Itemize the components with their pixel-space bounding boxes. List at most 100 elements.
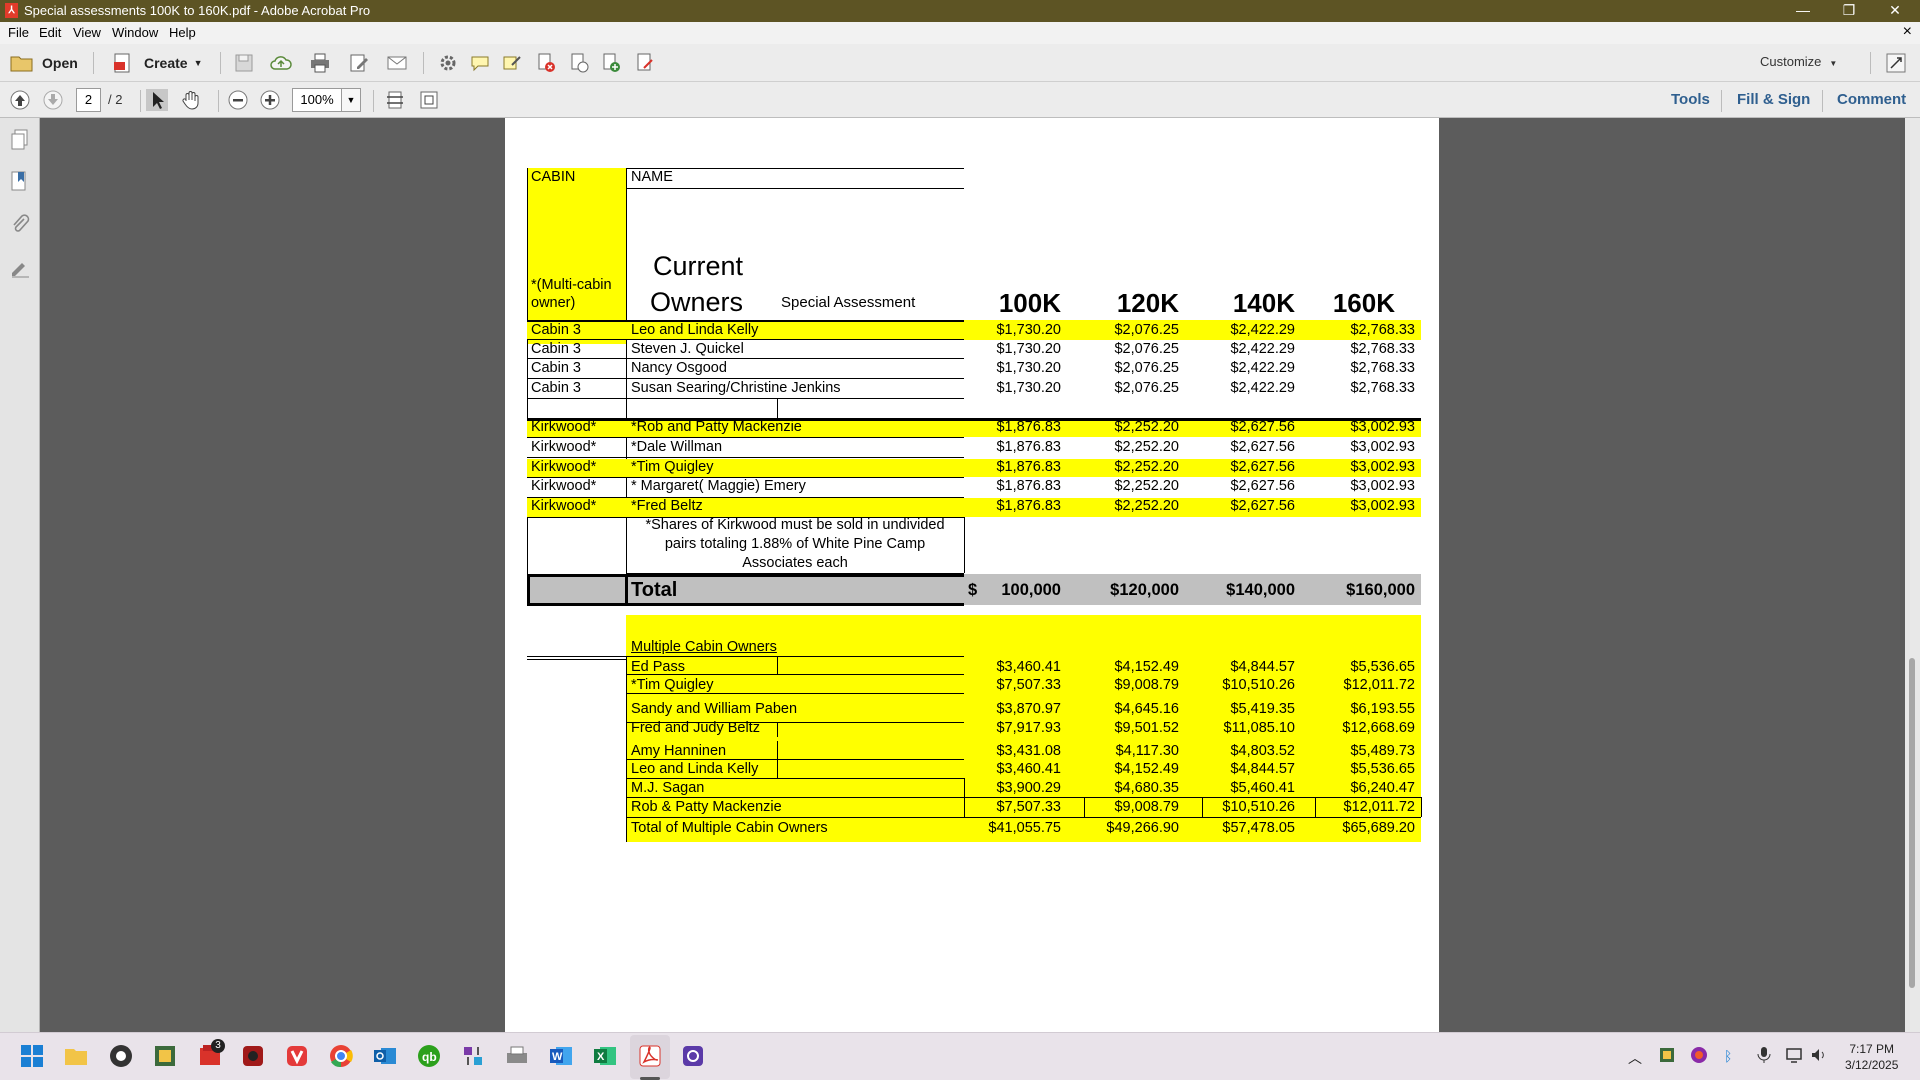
app-icon[interactable] [108,1043,134,1069]
value-cell: $3,870.97 [996,701,1061,717]
printer-app-icon[interactable] [504,1043,530,1069]
tray-app-icon[interactable] [1690,1046,1708,1064]
notification-badge: 3 [211,1039,225,1053]
value-cell: $5,419.35 [1230,701,1295,717]
highlight [527,168,626,344]
value-cell: $12,011.72 [1343,677,1416,693]
attachments-icon[interactable] [9,213,31,237]
value-cell: $2,252.20 [1114,459,1179,475]
minimize-button[interactable]: — [1780,0,1826,22]
word-icon[interactable]: W [548,1043,574,1069]
bookmarks-icon[interactable] [9,170,31,194]
column-header-120k: 120K [1116,288,1179,318]
value-cell: $2,422.29 [1230,360,1295,376]
create-pdf-icon [114,53,130,73]
excel-icon[interactable]: X [592,1043,618,1069]
total-value: $160,000 [1346,581,1415,599]
toolbar-separator [1822,90,1823,112]
close-document-button[interactable]: × [1903,23,1912,41]
hand-tool-icon[interactable] [180,89,202,111]
comment-link[interactable]: Comment [1837,91,1906,108]
chrome-icon[interactable] [328,1043,354,1069]
tools-link[interactable]: Tools [1671,91,1710,108]
delete-pages-icon[interactable] [535,52,557,74]
comment-icon[interactable] [469,52,491,74]
previous-page-icon[interactable] [9,89,31,111]
vertical-scrollbar[interactable] [1905,118,1920,1032]
select-tool-icon[interactable] [146,89,168,111]
zoom-dropdown-button[interactable]: ▼ [341,88,361,112]
app-icon[interactable] [240,1043,266,1069]
network-icon[interactable] [1785,1046,1803,1064]
value-cell: $2,768.33 [1350,322,1415,338]
menu-help[interactable]: Help [169,25,196,40]
value-cell: $3,460.41 [996,761,1061,777]
menu-window[interactable]: Window [112,25,158,40]
volume-icon[interactable] [1810,1046,1828,1064]
start-icon[interactable] [19,1043,45,1069]
gear-icon[interactable] [437,52,459,74]
toolbar-separator [218,90,219,112]
name-cell: Rob & Patty Mackenzie [631,799,782,815]
chevron-up-icon[interactable]: ︿ [1628,1048,1642,1068]
total-value: 100,000 [1001,581,1061,599]
app-icon[interactable] [152,1043,178,1069]
customize-dropdown[interactable]: Customize ▼ [1760,54,1837,69]
create-button[interactable]: Create ▼ [112,50,203,76]
app-icon[interactable] [460,1043,486,1069]
value-cell: $12,011.72 [1343,799,1416,815]
edit-document-icon[interactable] [348,52,370,74]
file-explorer-icon[interactable] [63,1043,89,1069]
fullscreen-icon[interactable] [1885,52,1907,74]
name-cell: Nancy Osgood [631,360,727,376]
name-cell: *Dale Willman [631,439,723,455]
email-icon[interactable] [386,52,408,74]
page-number-input[interactable]: 2 [76,88,101,112]
microphone-icon[interactable] [1755,1046,1773,1064]
insert-pages-icon[interactable] [600,52,622,74]
signatures-icon[interactable] [9,255,31,279]
next-page-icon[interactable] [42,89,64,111]
value-cell: $4,803.52 [1230,743,1295,759]
app-icon[interactable] [680,1043,706,1069]
cloud-upload-icon[interactable] [270,52,292,74]
fit-width-icon[interactable] [418,89,440,111]
sign-document-icon[interactable] [634,52,656,74]
multi-cabin-note: *(Multi-cabin [531,277,612,293]
highlight-icon[interactable] [501,52,523,74]
scrollbar-thumb[interactable] [1909,658,1915,988]
rule [527,168,528,437]
multi-total-label: Total of Multiple Cabin Owners [631,820,828,836]
multi-owners-title: Multiple Cabin Owners [631,639,777,655]
zoom-out-icon[interactable] [227,89,249,111]
fit-page-icon[interactable] [384,89,406,111]
close-button[interactable]: ✕ [1872,0,1918,22]
outlook-icon[interactable] [372,1043,398,1069]
value-cell: $41,055.75 [988,820,1061,836]
bluetooth-icon[interactable]: ᛒ [1724,1048,1732,1064]
vivaldi-icon[interactable] [284,1043,310,1069]
extract-pages-icon[interactable] [568,52,590,74]
save-icon[interactable] [233,52,255,74]
value-cell: $4,152.49 [1114,659,1179,675]
value-cell: $9,501.52 [1114,720,1179,736]
page-thumbnails-icon[interactable] [9,128,31,152]
zoom-level-input[interactable]: 100% [292,88,342,112]
column-header-100k: 100K [998,288,1061,318]
quickbooks-icon[interactable]: qb [416,1043,442,1069]
value-cell: $2,422.29 [1230,341,1295,357]
menu-edit[interactable]: Edit [39,25,61,40]
acrobat-icon[interactable] [637,1043,663,1069]
tray-app-icon[interactable] [1658,1046,1676,1064]
restore-button[interactable]: ❐ [1826,0,1872,22]
print-icon[interactable] [309,52,331,74]
zoom-in-icon[interactable] [259,89,281,111]
total-label: Total [631,579,678,601]
value-cell: $2,768.33 [1350,380,1415,396]
name-cell: Amy Hanninen [631,743,727,759]
fill-sign-link[interactable]: Fill & Sign [1737,91,1810,108]
menu-view[interactable]: View [73,25,101,40]
system-clock[interactable]: 7:17 PM 3/12/2025 [1845,1041,1898,1073]
menu-file[interactable]: File [8,25,29,40]
open-button[interactable]: Open [10,50,78,76]
